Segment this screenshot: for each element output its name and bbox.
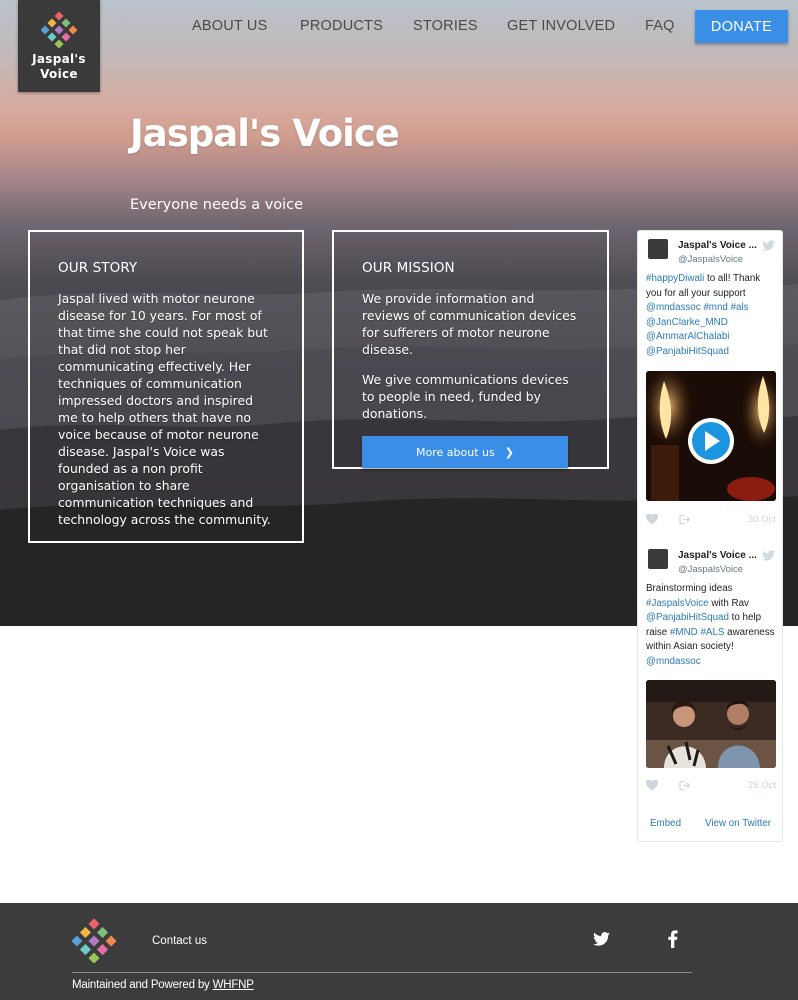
site-footer: Contact us Maintained and Powered by WHF… bbox=[0, 903, 798, 1000]
logo-diamond bbox=[54, 39, 64, 48]
tweet-text-fragment: with Rav bbox=[708, 597, 749, 609]
our-mission-card: OUR MISSION We provide information and r… bbox=[332, 230, 609, 469]
heart-icon[interactable] bbox=[646, 780, 658, 791]
nav-stories[interactable]: STORIES bbox=[413, 18, 478, 34]
our-mission-heading: OUR MISSION bbox=[362, 260, 455, 276]
view-on-twitter-link[interactable]: View on Twitter bbox=[705, 818, 771, 829]
tweet-photo[interactable] bbox=[646, 680, 776, 768]
logo-diamond bbox=[97, 944, 109, 956]
nav-get-involved[interactable]: GET INVOLVED bbox=[507, 18, 615, 34]
tweet-author-name[interactable]: Jaspal's Voice ... bbox=[678, 240, 757, 251]
twitter-bird-icon[interactable] bbox=[762, 550, 775, 561]
tweet-link[interactable]: @PanjabiHitSquad bbox=[646, 346, 729, 357]
logo-diamond bbox=[47, 18, 57, 28]
contact-us-link[interactable]: Contact us bbox=[152, 935, 207, 947]
logo-diamond bbox=[105, 935, 116, 947]
logo-text-line2: Voice bbox=[40, 67, 78, 81]
hero-title: Jaspal's Voice bbox=[130, 112, 400, 155]
avatar[interactable] bbox=[648, 239, 668, 259]
tweet-link[interactable]: @JanClarke_MND bbox=[646, 317, 728, 328]
site-logo[interactable]: Jaspal's Voice bbox=[18, 0, 100, 92]
tweet-link[interactable]: #ALS bbox=[700, 627, 724, 638]
logo-diamond bbox=[54, 25, 64, 35]
logo-diamond bbox=[79, 944, 91, 956]
nav-faq[interactable]: FAQ bbox=[645, 18, 675, 34]
twitter-bird-icon[interactable] bbox=[762, 240, 775, 251]
more-about-us-label: More about us bbox=[416, 445, 495, 459]
tweet-author-handle[interactable]: @JaspalsVoice bbox=[678, 254, 743, 265]
logo-diamond bbox=[41, 25, 50, 35]
tweet-author-name[interactable]: Jaspal's Voice ... bbox=[678, 550, 757, 561]
our-mission-text-1: We provide information and reviews of co… bbox=[362, 291, 577, 357]
tweet-video[interactable] bbox=[646, 371, 776, 501]
share-icon[interactable] bbox=[678, 780, 691, 791]
heart-icon[interactable] bbox=[646, 514, 658, 525]
logo-diamond bbox=[88, 919, 100, 930]
cafe-photo-thumbnail bbox=[646, 680, 776, 768]
facebook-icon[interactable] bbox=[667, 930, 678, 948]
twitter-icon[interactable] bbox=[593, 932, 610, 946]
footer-logo-icon[interactable] bbox=[72, 919, 116, 963]
logo-diamond-icon bbox=[41, 12, 77, 48]
logo-diamond bbox=[47, 32, 57, 42]
our-story-heading: OUR STORY bbox=[58, 260, 138, 276]
logo-diamond bbox=[72, 935, 83, 947]
our-story-text: Jaspal lived with motor neurone disease … bbox=[58, 291, 271, 527]
tweet-link[interactable]: #JaspalsVoice bbox=[646, 598, 709, 609]
logo-diamond bbox=[61, 18, 71, 28]
nav-about-us[interactable]: ABOUT US bbox=[192, 18, 267, 34]
tweet-actions: 30 Oct bbox=[646, 514, 776, 526]
logo-diamond bbox=[88, 952, 100, 963]
footer-credit-text: Maintained and Powered by bbox=[72, 979, 213, 991]
twitter-timeline: Jaspal's Voice ... @JaspalsVoice #happyD… bbox=[637, 230, 783, 842]
hero-tagline: Everyone needs a voice bbox=[130, 197, 304, 213]
chevron-right-icon: ❯ bbox=[504, 445, 514, 459]
tweet-text: Brainstorming ideas #JaspalsVoice with R… bbox=[646, 582, 776, 670]
logo-diamond bbox=[88, 935, 100, 947]
tweet-link[interactable]: #happyDiwali bbox=[646, 273, 704, 284]
footer-credit: Maintained and Powered by WHFNP bbox=[72, 979, 254, 991]
tweet-link[interactable]: @AmmarAlChalabi bbox=[646, 331, 729, 342]
tweet-link[interactable]: @mndassoc bbox=[646, 656, 701, 667]
more-about-us-button[interactable]: More about us ❯ bbox=[362, 436, 568, 468]
logo-text: Jaspal's Voice bbox=[32, 52, 86, 82]
tweet-link[interactable]: @mndassoc bbox=[646, 302, 701, 313]
our-story-card: OUR STORY Jaspal lived with motor neuron… bbox=[28, 230, 304, 543]
logo-diamond bbox=[97, 926, 109, 938]
nav-products[interactable]: PRODUCTS bbox=[300, 18, 383, 34]
avatar[interactable] bbox=[648, 549, 668, 569]
whfnp-link[interactable]: WHFNP bbox=[213, 979, 254, 991]
tweet-text-fragment: Brainstorming ideas bbox=[646, 583, 733, 594]
our-mission-text-2: We give communications devices to people… bbox=[362, 372, 569, 421]
donate-button[interactable]: DONATE bbox=[695, 10, 788, 43]
tweet-link[interactable]: #MND bbox=[670, 627, 698, 638]
tweet-link[interactable]: @PanjabiHitSquad bbox=[646, 612, 729, 623]
tweet-link[interactable]: #mnd bbox=[703, 302, 728, 313]
tweet-text: #happyDiwali to all! Thank you for all y… bbox=[646, 272, 776, 360]
tweet-date[interactable]: 26 Oct bbox=[748, 780, 776, 791]
embed-link[interactable]: Embed bbox=[650, 818, 681, 829]
logo-diamond bbox=[61, 32, 71, 42]
candle-video-thumbnail bbox=[646, 371, 776, 501]
logo-diamond bbox=[54, 12, 64, 21]
share-icon[interactable] bbox=[678, 514, 691, 525]
tweet-author-handle[interactable]: @JaspalsVoice bbox=[678, 564, 743, 575]
footer-divider bbox=[72, 972, 692, 973]
logo-diamond bbox=[68, 25, 77, 35]
logo-text-line1: Jaspal's bbox=[32, 52, 86, 66]
tweet-date[interactable]: 30 Oct bbox=[748, 514, 776, 525]
tweet-link[interactable]: #als bbox=[731, 302, 749, 313]
logo-diamond bbox=[79, 926, 91, 938]
tweet-actions: 26 Oct bbox=[646, 780, 776, 792]
